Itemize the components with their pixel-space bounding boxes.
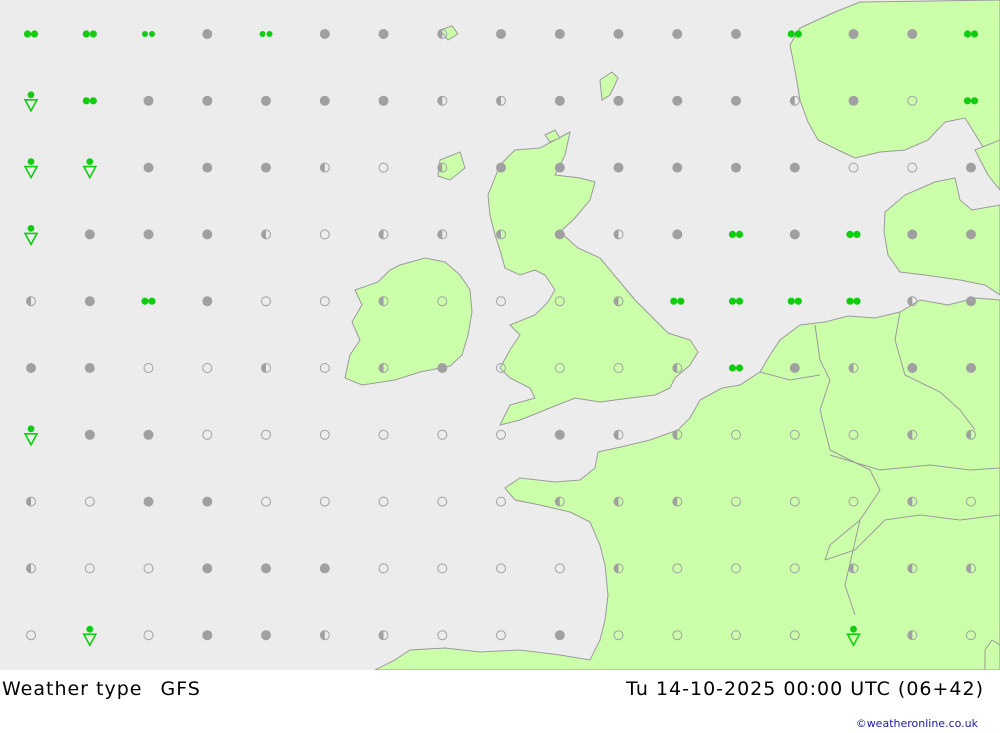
overcast-symbol <box>848 95 859 106</box>
overcast-symbol <box>554 229 565 240</box>
overcast-symbol <box>202 296 213 307</box>
overcast-symbol <box>672 229 683 240</box>
credit-link[interactable]: ©weatheronline.co.uk <box>856 717 978 730</box>
overcast-symbol <box>319 563 330 574</box>
overcast-symbol <box>202 95 213 106</box>
overcast-symbol <box>84 229 95 240</box>
overcast-symbol <box>789 363 800 373</box>
overcast-symbol <box>261 95 271 106</box>
model-name: GFS <box>160 678 201 700</box>
overcast-symbol <box>554 162 565 173</box>
overcast-symbol <box>789 162 800 173</box>
overcast-symbol <box>554 429 565 440</box>
overcast-symbol <box>966 162 976 173</box>
overcast-symbol <box>554 95 565 106</box>
overcast-symbol <box>672 29 683 39</box>
overcast-symbol <box>319 29 330 39</box>
overcast-symbol <box>202 630 213 641</box>
overcast-symbol <box>731 162 741 173</box>
overcast-symbol <box>261 563 271 574</box>
valid-time: Tu 14-10-2025 00:00 UTC (06+42) <box>626 678 984 700</box>
overcast-symbol <box>613 95 624 106</box>
overcast-symbol <box>731 29 741 39</box>
overcast-symbol <box>202 162 213 173</box>
overcast-symbol <box>907 229 918 240</box>
overcast-symbol <box>437 363 448 373</box>
overcast-symbol <box>966 363 976 373</box>
overcast-symbol <box>84 296 95 307</box>
overcast-symbol <box>613 162 624 173</box>
overcast-symbol <box>202 563 213 574</box>
overcast-symbol <box>554 630 565 641</box>
weather-map <box>0 0 1000 670</box>
overcast-symbol <box>496 29 506 39</box>
overcast-symbol <box>261 162 271 173</box>
overcast-symbol <box>202 229 213 240</box>
overcast-symbol <box>848 29 859 39</box>
overcast-symbol <box>143 95 154 106</box>
overcast-symbol <box>907 363 918 373</box>
overcast-symbol <box>143 496 154 507</box>
overcast-symbol <box>378 95 389 106</box>
overcast-symbol <box>319 95 330 106</box>
overcast-symbol <box>613 29 624 39</box>
overcast-symbol <box>202 496 213 507</box>
overcast-symbol <box>143 162 154 173</box>
overcast-symbol <box>84 363 95 373</box>
overcast-symbol <box>731 95 741 106</box>
overcast-symbol <box>202 29 213 39</box>
overcast-symbol <box>554 29 565 39</box>
overcast-symbol <box>261 630 271 641</box>
overcast-symbol <box>966 229 976 240</box>
overcast-symbol <box>84 429 95 440</box>
overcast-symbol <box>672 162 683 173</box>
overcast-symbol <box>966 296 976 307</box>
overcast-symbol <box>789 229 800 240</box>
overcast-symbol <box>143 429 154 440</box>
product-title: Weather type <box>2 678 143 700</box>
overcast-symbol <box>143 229 154 240</box>
overcast-symbol <box>672 95 683 106</box>
overcast-symbol <box>378 29 389 39</box>
overcast-symbol <box>496 162 506 173</box>
overcast-symbol <box>26 363 36 373</box>
overcast-symbol <box>907 29 918 39</box>
map-caption: Weather type GFS <box>2 678 201 700</box>
